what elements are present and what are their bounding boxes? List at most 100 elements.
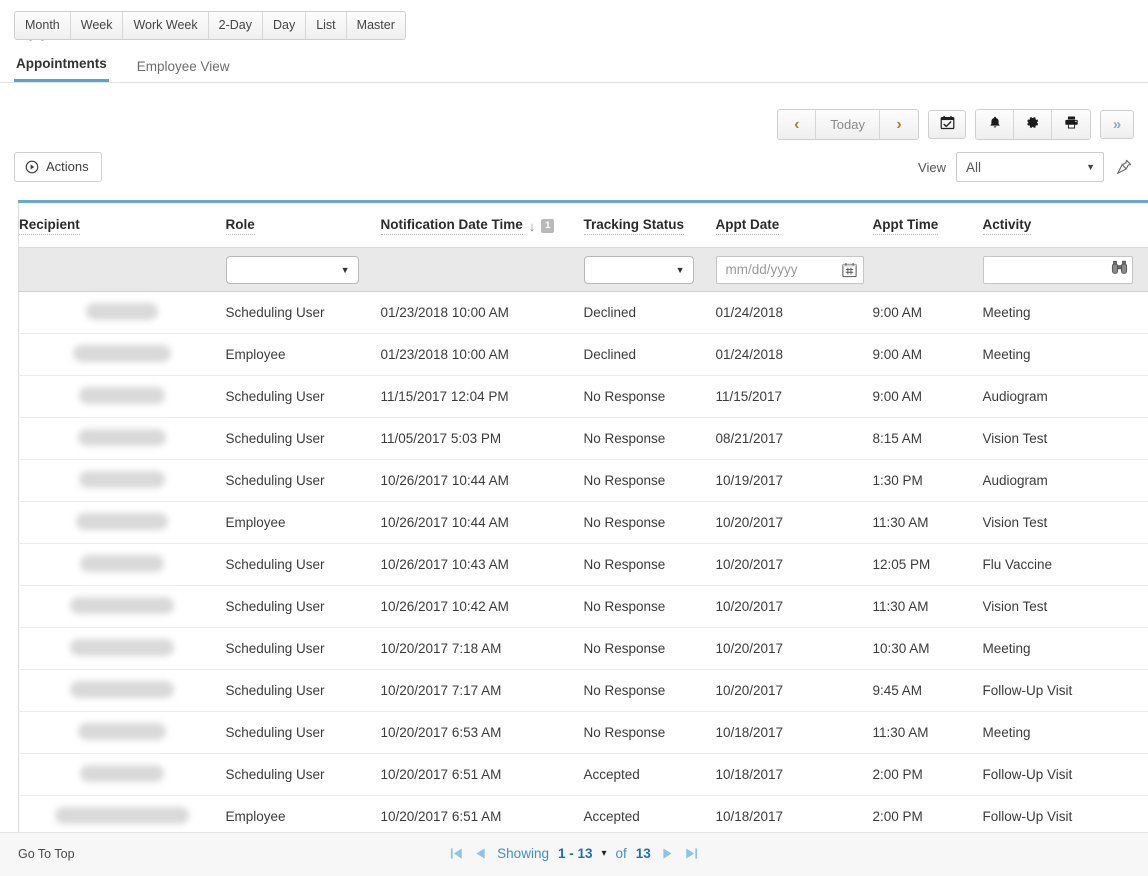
cell-appt-time[interactable]: 9:00 AM <box>872 291 983 334</box>
cell-notification-date-time[interactable]: 10/26/2017 10:44 AM <box>380 501 584 544</box>
tab-employee-view[interactable]: Employee View <box>135 59 232 82</box>
calendar-picker-icon[interactable] <box>841 261 858 278</box>
cell-activity[interactable]: Meeting <box>982 627 1148 670</box>
cell-notification-date-time[interactable]: 10/20/2017 7:17 AM <box>380 669 584 712</box>
cell-recipient[interactable] <box>18 501 226 544</box>
cell-activity[interactable]: Audiogram <box>982 459 1148 502</box>
settings-button[interactable] <box>1014 110 1052 139</box>
range-chevron-down-icon[interactable]: ▾ <box>602 848 607 859</box>
cell-activity[interactable]: Audiogram <box>982 375 1148 418</box>
column-header-appt-date[interactable]: Appt Date <box>715 203 873 248</box>
cell-appt-time[interactable]: 12:05 PM <box>872 543 983 586</box>
binoculars-icon[interactable] <box>1111 260 1128 280</box>
cell-tracking-status[interactable]: No Response <box>583 417 716 460</box>
cell-notification-date-time[interactable]: 11/05/2017 5:03 PM <box>380 417 584 460</box>
cell-tracking-status[interactable]: No Response <box>583 627 716 670</box>
cell-recipient[interactable] <box>18 375 226 418</box>
cell-recipient[interactable] <box>18 543 226 586</box>
table-row[interactable]: Scheduling User 10/20/2017 7:18 AM No Resp… <box>18 627 1148 670</box>
more-options-button[interactable]: » <box>1100 110 1134 139</box>
cell-recipient[interactable] <box>18 585 226 628</box>
cell-appt-date[interactable]: 10/20/2017 <box>715 669 873 712</box>
cell-tracking-status[interactable]: Declined <box>583 291 716 334</box>
date-picker-button[interactable] <box>928 110 966 139</box>
cell-role[interactable]: Scheduling User <box>225 459 381 502</box>
cell-role[interactable]: Scheduling User <box>225 627 381 670</box>
cell-notification-date-time[interactable]: 01/23/2018 10:00 AM <box>380 291 584 334</box>
cell-activity[interactable]: Vision Test <box>982 585 1148 628</box>
table-row[interactable]: Scheduling User 10/20/2017 7:17 AM No Resp… <box>18 669 1148 712</box>
cell-tracking-status[interactable]: Accepted <box>583 753 716 796</box>
cell-appt-time[interactable]: 8:15 AM <box>872 417 983 460</box>
cell-appt-time[interactable]: 9:00 AM <box>872 375 983 418</box>
column-header-appt-time[interactable]: Appt Time <box>872 203 983 248</box>
cell-activity[interactable]: Meeting <box>982 333 1148 376</box>
cell-appt-time[interactable]: 1:30 PM <box>872 459 983 502</box>
view-button-day[interactable]: Day <box>262 12 307 39</box>
cell-notification-date-time[interactable]: 10/20/2017 7:18 AM <box>380 627 584 670</box>
cell-activity[interactable]: Vision Test <box>982 501 1148 544</box>
cell-appt-date[interactable]: 10/20/2017 <box>715 585 873 628</box>
cell-role[interactable]: Scheduling User <box>225 417 381 460</box>
cell-activity[interactable]: Meeting <box>982 291 1148 334</box>
first-page-icon[interactable] <box>449 846 464 861</box>
filter-select-tracking-status[interactable]: ▼ <box>583 255 694 284</box>
cell-activity[interactable]: Follow-Up Visit <box>982 753 1148 796</box>
cell-tracking-status[interactable]: No Response <box>583 585 716 628</box>
cell-appt-time[interactable]: 11:30 AM <box>872 711 983 754</box>
cell-notification-date-time[interactable]: 10/26/2017 10:44 AM <box>380 459 584 502</box>
cell-appt-date[interactable]: 11/15/2017 <box>715 375 873 418</box>
cell-activity[interactable]: Meeting <box>982 711 1148 754</box>
table-row[interactable]: Scheduling User 11/15/2017 12:04 PM No Res… <box>18 375 1148 418</box>
cell-appt-date[interactable]: 10/19/2017 <box>715 459 873 502</box>
cell-tracking-status[interactable]: No Response <box>583 711 716 754</box>
cell-tracking-status[interactable]: No Response <box>583 375 716 418</box>
filter-lookup-activity[interactable] <box>982 255 1133 284</box>
view-select[interactable]: All ▼ <box>956 152 1104 182</box>
actions-button[interactable]: Actions <box>14 152 102 182</box>
next-page-icon[interactable] <box>660 846 675 861</box>
cell-tracking-status[interactable]: No Response <box>583 669 716 712</box>
cell-role[interactable]: Scheduling User <box>225 711 381 754</box>
cell-appt-date[interactable]: 01/24/2018 <box>715 333 873 376</box>
table-row[interactable]: Scheduling User 10/26/2017 10:44 AM No Res… <box>18 459 1148 502</box>
today-button[interactable]: Today <box>816 110 880 139</box>
view-button-week[interactable]: Week <box>70 12 124 39</box>
cell-appt-time[interactable]: 9:45 AM <box>872 669 983 712</box>
view-button-work-week[interactable]: Work Week <box>123 12 209 39</box>
view-button-2-day[interactable]: 2-Day <box>208 12 263 39</box>
cell-notification-date-time[interactable]: 10/20/2017 6:53 AM <box>380 711 584 754</box>
cell-appt-date[interactable]: 10/18/2017 <box>715 753 873 796</box>
table-row[interactable]: Scheduling User 10/20/2017 6:51 AM Accepte… <box>18 753 1148 796</box>
view-button-month[interactable]: Month <box>15 12 71 39</box>
cell-recipient[interactable] <box>18 669 226 712</box>
cell-role[interactable]: Scheduling User <box>225 543 381 586</box>
cell-activity[interactable]: Flu Vaccine <box>982 543 1148 586</box>
view-button-master[interactable]: Master <box>346 12 405 39</box>
cell-notification-date-time[interactable]: 10/20/2017 6:51 AM <box>380 753 584 796</box>
cell-appt-time[interactable]: 9:00 AM <box>872 333 983 376</box>
cell-appt-time[interactable]: 11:30 AM <box>872 585 983 628</box>
column-header-role[interactable]: Role <box>225 203 381 248</box>
cell-activity[interactable]: Vision Test <box>982 417 1148 460</box>
column-header-notification-date-time[interactable]: Notification Date Time ↓ 1 <box>380 203 584 248</box>
prev-period-button[interactable]: ‹ <box>778 110 817 139</box>
filter-select-role[interactable]: ▼ <box>225 255 359 284</box>
cell-tracking-status[interactable]: No Response <box>583 459 716 502</box>
cell-recipient[interactable] <box>18 291 226 334</box>
cell-appt-date[interactable]: 10/20/2017 <box>715 543 873 586</box>
tab-appointments[interactable]: Appointments <box>14 56 109 82</box>
cell-notification-date-time[interactable]: 10/26/2017 10:43 AM <box>380 543 584 586</box>
cell-appt-date[interactable]: 10/20/2017 <box>715 501 873 544</box>
cell-recipient[interactable] <box>18 333 226 376</box>
cell-appt-time[interactable]: 11:30 AM <box>872 501 983 544</box>
notifications-button[interactable] <box>976 110 1014 139</box>
cell-appt-date[interactable]: 01/24/2018 <box>715 291 873 334</box>
cell-recipient[interactable] <box>18 417 226 460</box>
column-header-tracking-status[interactable]: Tracking Status <box>583 203 716 248</box>
prev-page-icon[interactable] <box>473 846 488 861</box>
cell-tracking-status[interactable]: No Response <box>583 501 716 544</box>
filter-date-appt-date[interactable]: mm/dd/yyyy <box>715 255 864 284</box>
cell-appt-date[interactable]: 08/21/2017 <box>715 417 873 460</box>
cell-notification-date-time[interactable]: 11/15/2017 12:04 PM <box>380 375 584 418</box>
